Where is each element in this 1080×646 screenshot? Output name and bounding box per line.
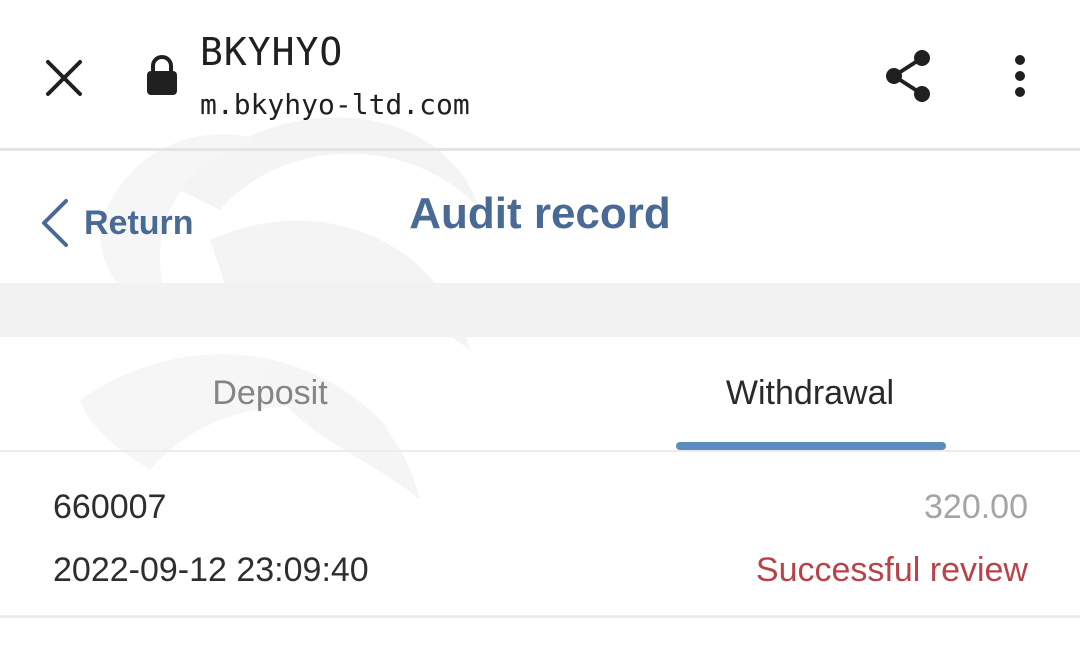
record-timestamp: 2022-09-12 23:09:40 <box>53 551 369 589</box>
browser-top-bar: BKYHYO m.bkyhyo-ltd.com <box>0 0 1080 150</box>
list-item[interactable]: 660007 320.00 2022-09-12 23:09:40 Succes… <box>0 452 1080 616</box>
more-vertical-icon <box>1015 55 1025 97</box>
tab-deposit[interactable]: Deposit <box>0 337 540 450</box>
share-button[interactable] <box>880 48 936 104</box>
record-amount: 320.00 <box>924 488 1028 526</box>
tab-withdrawal[interactable]: Withdrawal <box>540 337 1080 450</box>
chevron-left-icon <box>42 199 68 247</box>
close-button[interactable] <box>36 50 92 106</box>
close-icon <box>46 60 82 96</box>
more-options-button[interactable] <box>996 48 1044 104</box>
return-button[interactable]: Return <box>40 193 194 253</box>
status-badge: Successful review <box>755 551 1028 589</box>
return-label: Return <box>84 203 194 242</box>
page: BKYHYO m.bkyhyo-ltd.com Return Audit rec… <box>0 0 1080 646</box>
site-title: BKYHYO <box>200 30 344 74</box>
share-icon <box>886 50 930 102</box>
site-url: m.bkyhyo-ltd.com <box>200 88 470 121</box>
active-tab-indicator <box>676 442 946 450</box>
lock-icon <box>147 55 177 95</box>
tab-bar: Deposit Withdrawal <box>0 337 1080 450</box>
record-order-id: 660007 <box>53 488 167 526</box>
section-spacer <box>0 283 1080 337</box>
app-header: Return Audit record <box>0 151 1080 283</box>
